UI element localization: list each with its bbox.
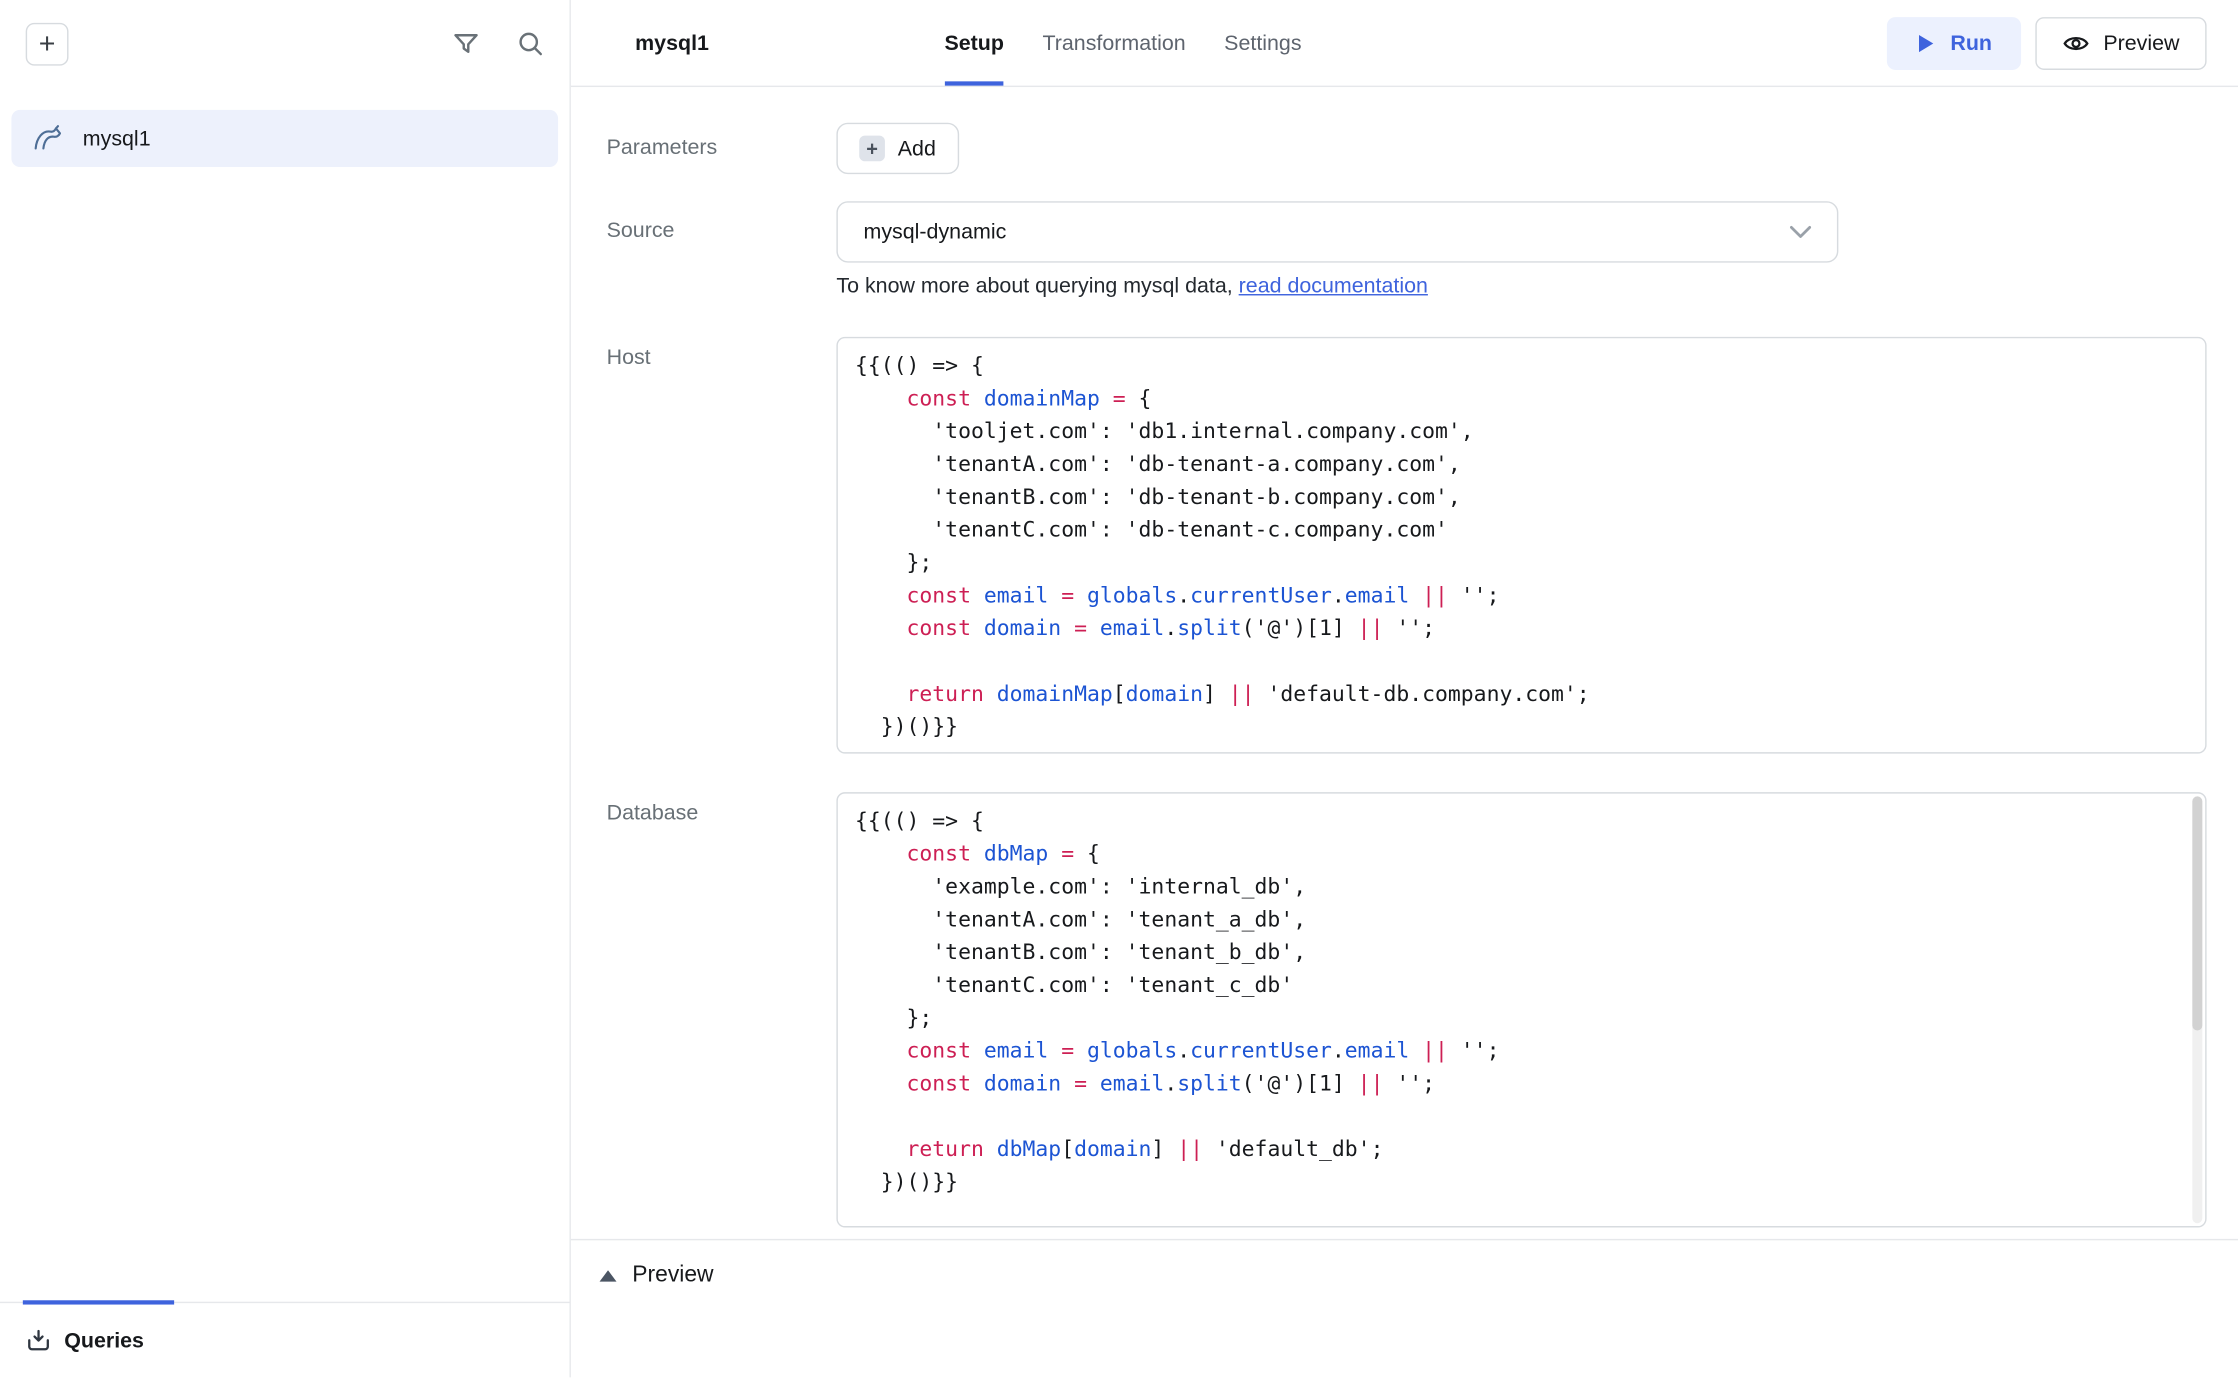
queries-tab-active-indicator bbox=[23, 1300, 174, 1304]
tab-settings[interactable]: Settings bbox=[1224, 0, 1301, 86]
bottom-panel-bar: Queries bbox=[0, 1302, 569, 1378]
database-row: Database {{(() => { const dbMap = { 'exa… bbox=[607, 792, 2207, 1227]
queries-sidebar: + bbox=[0, 0, 571, 1377]
query-header: mysql1 Setup Transformation Settings Run bbox=[571, 0, 2238, 87]
query-list: mysql1 bbox=[0, 87, 569, 1302]
database-label: Database bbox=[607, 792, 837, 1227]
preview-section-toggle[interactable]: Preview bbox=[571, 1239, 2238, 1310]
add-parameter-button[interactable]: + Add bbox=[836, 123, 958, 174]
source-label: Source bbox=[607, 201, 837, 302]
preview-section-label: Preview bbox=[632, 1262, 713, 1288]
query-list-item-mysql1[interactable]: mysql1 bbox=[11, 110, 558, 167]
search-icon[interactable] bbox=[517, 30, 544, 57]
query-item-label: mysql1 bbox=[83, 126, 151, 150]
source-row: Source mysql-dynamic To know more about … bbox=[607, 201, 2207, 302]
queries-panel-icon bbox=[26, 1327, 52, 1353]
preview-button[interactable]: Preview bbox=[2035, 16, 2207, 69]
query-tabs: Setup Transformation Settings bbox=[944, 0, 1301, 86]
database-code-editor[interactable]: {{(() => { const dbMap = { 'example.com'… bbox=[836, 792, 2206, 1227]
parameters-label: Parameters bbox=[607, 123, 837, 174]
query-manager-main: mysql1 Setup Transformation Settings Run bbox=[571, 0, 2238, 1377]
add-parameter-label: Add bbox=[898, 136, 936, 160]
source-select[interactable]: mysql-dynamic bbox=[836, 201, 1838, 262]
run-button-label: Run bbox=[1950, 31, 1992, 55]
chevron-down-icon bbox=[1790, 226, 1811, 239]
host-row: Host {{(() => { const domainMap = { 'too… bbox=[607, 337, 2207, 754]
eye-icon bbox=[2062, 29, 2089, 56]
query-title: mysql1 bbox=[635, 31, 709, 55]
editor-scrollbar[interactable] bbox=[2192, 796, 2202, 1223]
tab-transformation[interactable]: Transformation bbox=[1042, 0, 1185, 86]
queries-panel-label: Queries bbox=[64, 1328, 144, 1352]
play-icon bbox=[1916, 32, 1936, 53]
add-query-button[interactable]: + bbox=[26, 22, 69, 65]
setup-form: Parameters + Add Source mysql-dynamic bbox=[571, 87, 2238, 1239]
mysql-icon bbox=[31, 121, 65, 155]
source-help-prefix: To know more about querying mysql data, bbox=[836, 274, 1238, 298]
source-select-value: mysql-dynamic bbox=[864, 220, 1007, 244]
plus-icon: + bbox=[859, 136, 885, 162]
parameters-row: Parameters + Add bbox=[607, 123, 2207, 174]
source-help-text: To know more about querying mysql data, … bbox=[836, 274, 2206, 303]
query-editor-app: + bbox=[0, 0, 2238, 1377]
sidebar-toolbar: + bbox=[0, 0, 569, 87]
queries-panel-toggle[interactable]: Queries bbox=[26, 1327, 144, 1353]
caret-up-icon bbox=[599, 1270, 616, 1281]
host-code-editor[interactable]: {{(() => { const domainMap = { 'tooljet.… bbox=[836, 337, 2206, 754]
filter-icon[interactable] bbox=[452, 30, 479, 57]
run-button[interactable]: Run bbox=[1888, 16, 2021, 69]
tab-setup[interactable]: Setup bbox=[944, 0, 1003, 86]
read-documentation-link[interactable]: read documentation bbox=[1239, 274, 1428, 298]
host-label: Host bbox=[607, 337, 837, 754]
preview-button-label: Preview bbox=[2103, 31, 2179, 55]
